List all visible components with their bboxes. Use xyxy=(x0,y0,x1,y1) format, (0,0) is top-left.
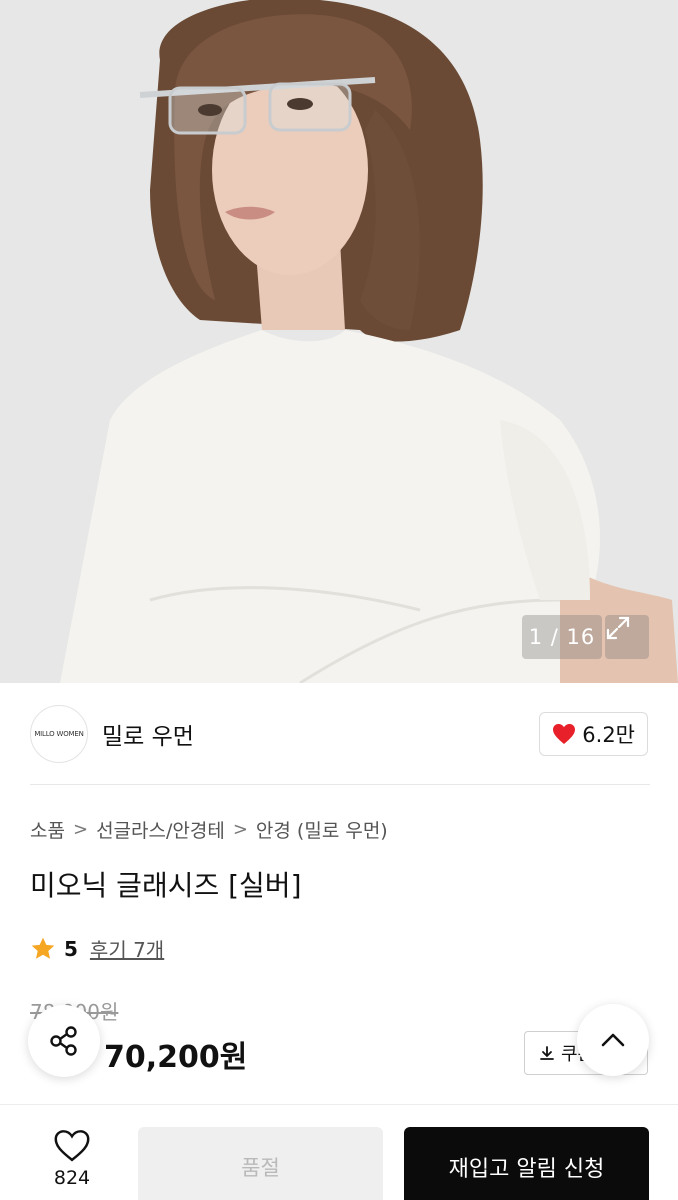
reviews-link[interactable]: 후기 7개 xyxy=(90,934,164,963)
rating-row: 5 후기 7개 xyxy=(30,934,164,963)
share-button[interactable] xyxy=(28,1005,100,1077)
soldout-button: 품절 xyxy=(138,1127,383,1200)
chevron-up-icon xyxy=(601,1033,625,1047)
breadcrumb-item[interactable]: 선글라스/안경테 xyxy=(96,816,225,843)
scroll-top-button[interactable] xyxy=(577,1004,649,1076)
bottom-action-bar: 824 품절 재입고 알림 신청 xyxy=(0,1104,678,1200)
heart-outline-icon xyxy=(54,1130,90,1162)
brand-name[interactable]: 밀로 우먼 xyxy=(102,717,194,751)
chevron-right-icon: > xyxy=(72,819,89,840)
download-icon xyxy=(540,1046,554,1060)
star-icon xyxy=(31,937,55,959)
wishlist-count: 824 xyxy=(53,1167,91,1189)
restock-alert-button[interactable]: 재입고 알림 신청 xyxy=(404,1127,649,1200)
like-count: 6.2만 xyxy=(582,723,635,747)
rating-score: 5 xyxy=(64,936,78,961)
breadcrumb-item[interactable]: 소품 xyxy=(30,816,65,843)
brand-row[interactable]: MILLO WOMEN 밀로 우먼 6.2만 xyxy=(30,704,650,764)
expand-image-button[interactable] xyxy=(605,615,649,659)
heart-filled-icon xyxy=(553,724,576,744)
wishlist-button[interactable]: 824 xyxy=(32,1129,112,1189)
product-image[interactable]: 1 / 16 xyxy=(0,0,678,683)
sale-price: 70,200원 xyxy=(104,1040,248,1075)
model-photo xyxy=(0,0,678,683)
breadcrumb-item[interactable]: 안경 (밀로 우먼) xyxy=(256,816,388,843)
brand-logo-text: MILLO WOMEN xyxy=(34,730,84,738)
divider xyxy=(30,784,650,785)
brand-logo[interactable]: MILLO WOMEN xyxy=(30,705,88,763)
chevron-right-icon: > xyxy=(232,819,248,840)
image-counter: 1 / 16 xyxy=(522,615,602,659)
product-title: 미오닉 글래시즈 [실버] xyxy=(30,869,302,902)
like-button[interactable]: 6.2만 xyxy=(539,712,648,756)
share-icon xyxy=(50,1026,77,1056)
breadcrumb: 소품 > 선글라스/안경테 > 안경 (밀로 우먼) xyxy=(30,816,388,843)
expand-arrows-icon xyxy=(606,616,630,640)
